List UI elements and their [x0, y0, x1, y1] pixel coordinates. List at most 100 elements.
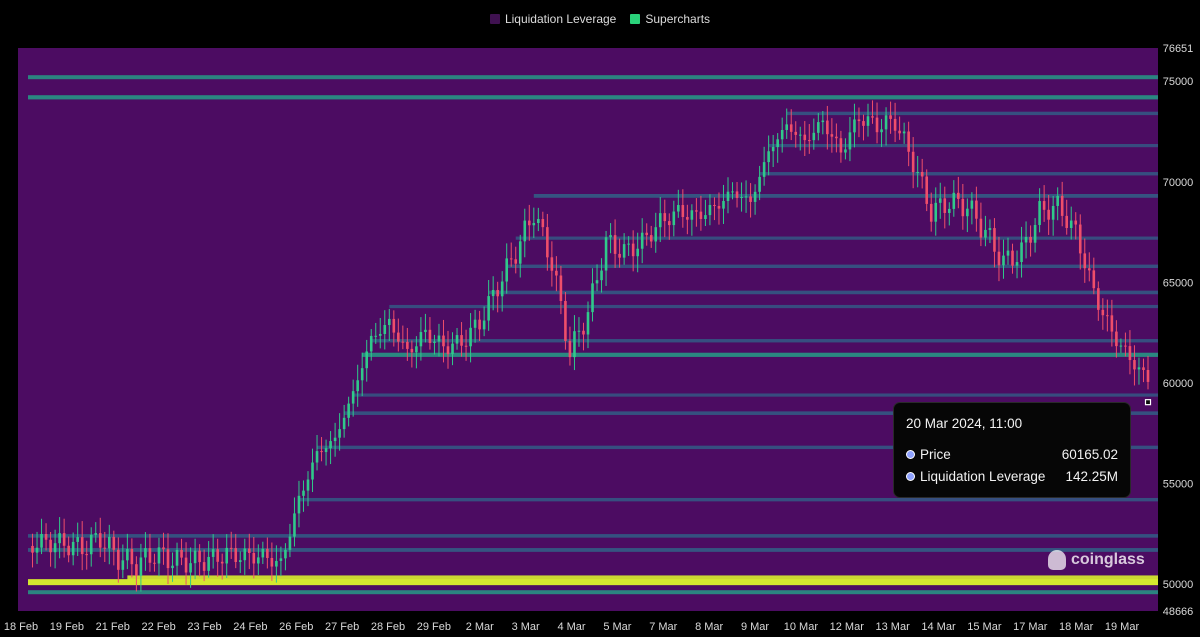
candle-body [356, 380, 359, 392]
candle-body [636, 248, 639, 257]
candle-body [58, 533, 61, 544]
liquidation-band [28, 95, 1158, 100]
candle-body [622, 244, 626, 258]
candle-body [807, 140, 811, 142]
candle-body [961, 198, 965, 217]
liquidation-band [28, 548, 1158, 552]
candle-body [234, 548, 238, 562]
candle-body [794, 131, 798, 135]
candle-body [862, 121, 865, 126]
candle-body [527, 220, 531, 226]
candle-body [130, 548, 134, 565]
candle-body [383, 325, 387, 334]
candle-body [437, 335, 441, 342]
candle-body [573, 331, 576, 358]
candle-body [166, 549, 170, 569]
candle-body [320, 451, 323, 453]
liquidation-band [759, 172, 1158, 176]
candle-body [1087, 268, 1091, 271]
liquidation-heatmap-chart[interactable]: 76651 75000 70000 65000 60000 55000 50000 48666… [0, 0, 1200, 637]
candle-body [1002, 255, 1005, 266]
y-tick-label: 55000 [1163, 479, 1194, 491]
x-tick-label: 4 Mar [557, 621, 585, 633]
candle-body [62, 533, 66, 546]
x-tick-label: 19 Mar [1105, 621, 1140, 633]
coinglass-watermark: coinglass [1048, 550, 1145, 570]
candle-body [1110, 315, 1114, 332]
liquidation-band [389, 304, 1159, 309]
candle-body [202, 562, 206, 571]
candle-body [654, 227, 658, 242]
candle-body [943, 198, 947, 213]
candle-body [1033, 224, 1037, 243]
candle-body [257, 557, 260, 564]
candle-body [532, 223, 536, 226]
tooltip-row-price: Price 60165.02 [906, 443, 1118, 465]
candle-body [433, 341, 436, 343]
candle-body [135, 564, 138, 576]
y-tick-label: 70000 [1163, 177, 1194, 189]
x-tick-label: 23 Feb [187, 621, 221, 633]
y-tick-label: 60000 [1163, 378, 1194, 390]
x-tick-label: 18 Feb [4, 621, 38, 633]
liquidation-band [515, 236, 1158, 240]
candle-body [112, 536, 116, 550]
candle-body [550, 257, 554, 271]
candle-body [53, 543, 57, 553]
candle-body [455, 335, 459, 344]
candle-body [568, 340, 572, 358]
x-tick-label: 29 Feb [417, 621, 451, 633]
candle-body [875, 117, 879, 133]
y-axis: 76651 75000 70000 65000 60000 55000 50000 48666 [1163, 43, 1194, 618]
candle-body [487, 296, 490, 321]
candle-body [31, 545, 34, 553]
candle-body [1060, 195, 1064, 216]
candle-body [315, 451, 319, 463]
candle-body [1006, 250, 1010, 256]
coinglass-logo-icon [1048, 550, 1066, 570]
y-tick-label: 65000 [1163, 277, 1194, 289]
candle-body [889, 115, 892, 119]
liquidation-band [488, 290, 1159, 295]
candle-body [360, 368, 364, 381]
candle-body [306, 479, 310, 491]
candle-body [338, 429, 341, 438]
candle-body [821, 120, 825, 123]
candle-body [243, 548, 247, 561]
candle-body [677, 205, 680, 212]
candle-body [216, 549, 219, 562]
candle-body [658, 213, 662, 228]
candle-body [40, 533, 43, 548]
candle-body [984, 229, 987, 238]
candle-body [98, 533, 102, 548]
candle-body [672, 211, 676, 226]
candle-body [884, 115, 888, 130]
candle-body [1097, 288, 1100, 310]
x-tick-label: 26 Feb [279, 621, 313, 633]
candle-body [618, 253, 621, 258]
candle-body [270, 557, 274, 567]
price-dot-icon [906, 449, 915, 459]
candle-body [591, 283, 594, 313]
tooltip-title: 20 Mar 2024, 11:00 [906, 416, 1023, 431]
tooltip-price-value: 60165.02 [1061, 446, 1118, 462]
price-tooltip: 20 Mar 2024, 11:00 Price 60165.02 Liquid… [893, 402, 1131, 498]
candle-body [500, 281, 504, 297]
candle-body [803, 134, 807, 141]
liquidation-band [28, 75, 1158, 80]
candle-body [817, 122, 820, 133]
candle-body [1137, 367, 1141, 370]
x-tick-label: 5 Mar [603, 621, 631, 633]
x-tick-label: 15 Mar [967, 621, 1002, 633]
candle-body [1083, 253, 1087, 269]
candle-body [555, 270, 558, 276]
candle-body [835, 136, 838, 139]
candle-body [866, 116, 870, 126]
candle-body [785, 124, 789, 130]
candle-body [1065, 215, 1069, 228]
candle-body [473, 319, 477, 328]
x-tick-label: 28 Feb [371, 621, 405, 633]
candle-body [509, 258, 513, 260]
candle-body [406, 341, 409, 349]
liquidation-band [371, 339, 1158, 343]
